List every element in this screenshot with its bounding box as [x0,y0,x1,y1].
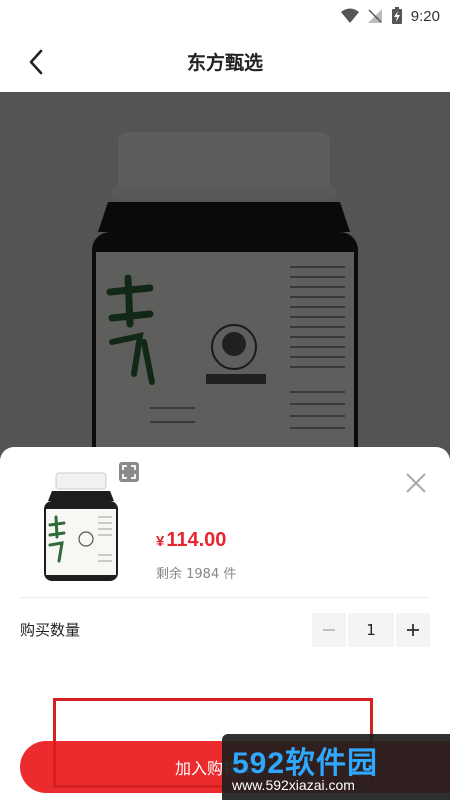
quantity-value[interactable]: 1 [348,613,394,647]
status-time: 9:20 [410,7,440,25]
divider [20,597,430,598]
app-header: 东方甄选 [0,32,450,92]
price-value: 114.00 [166,529,227,551]
quantity-stepper: 1 [312,613,430,647]
no-signal-icon [367,9,382,23]
watermark: 592软件园 www.592xiazai.com [222,734,450,800]
quantity-label: 购买数量 [20,621,81,639]
status-icons: 9:20 [340,6,440,26]
minus-icon [323,629,335,631]
fullscreen-icon[interactable] [118,461,140,483]
price: ¥114.00 [156,529,226,552]
decrease-button[interactable] [312,613,346,647]
screen: 9:20 东方甄选 ¥ 114.00 剩余 1984 件 购买数量 1 加入购物… [0,0,450,800]
stock-remaining: 剩余 1984 件 [156,567,237,582]
watermark-brand: 592软件园 [232,747,379,780]
close-icon[interactable] [404,471,428,495]
wifi-icon [340,8,359,23]
page-title: 东方甄选 [186,52,263,74]
plus-icon [407,624,419,636]
increase-button[interactable] [396,613,430,647]
battery-charging-icon [391,7,402,24]
price-currency: ¥ [156,533,165,550]
watermark-url: www.592xiazai.com [232,777,355,793]
status-bar: 9:20 [0,0,450,32]
product-thumbnail[interactable] [36,465,126,585]
